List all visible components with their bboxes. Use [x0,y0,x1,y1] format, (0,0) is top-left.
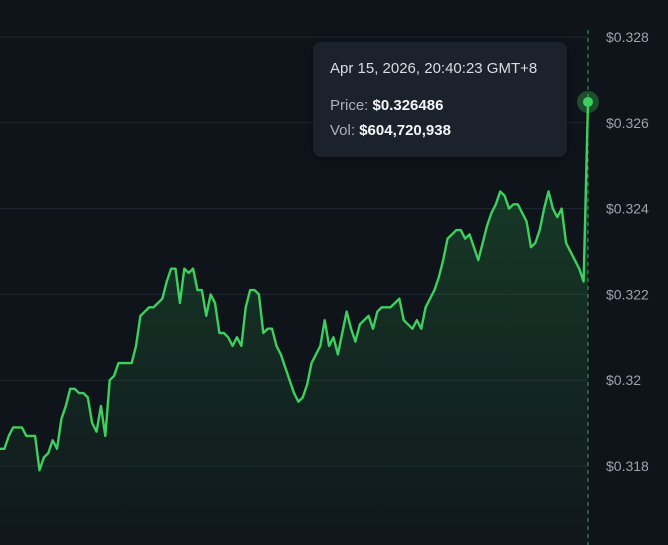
tooltip-vol-row: Vol: $604,720,938 [330,118,550,143]
tooltip-price-row: Price: $0.326486 [330,93,550,118]
hover-point[interactable] [583,96,593,107]
tooltip-vol-label: Vol: [330,122,356,139]
price-tooltip: Apr 15, 2026, 20:40:23 GMT+8 Price: $0.3… [313,42,567,157]
price-chart[interactable]: $0.318 $0.32 $0.322 $0.324 $0.326 $0.328 Apr … [0,0,668,545]
y-tick-label: $0.322 [606,286,649,302]
y-tick-label: $0.326 [606,115,649,131]
y-tick-label: $0.324 [606,201,649,217]
y-tick-label: $0.328 [606,29,649,45]
price-area [0,101,588,545]
y-tick-label: $0.32 [606,372,641,388]
tooltip-vol-value: $604,720,938 [359,122,451,139]
y-tick-label: $0.318 [606,458,649,474]
tooltip-price-value: $0.326486 [372,97,444,114]
tooltip-date: Apr 15, 2026, 20:40:23 GMT+8 [330,60,538,77]
y-axis-ticks: $0.318 $0.32 $0.322 $0.324 $0.326 $0.328 [606,29,649,474]
tooltip-price-label: Price: [330,97,369,114]
